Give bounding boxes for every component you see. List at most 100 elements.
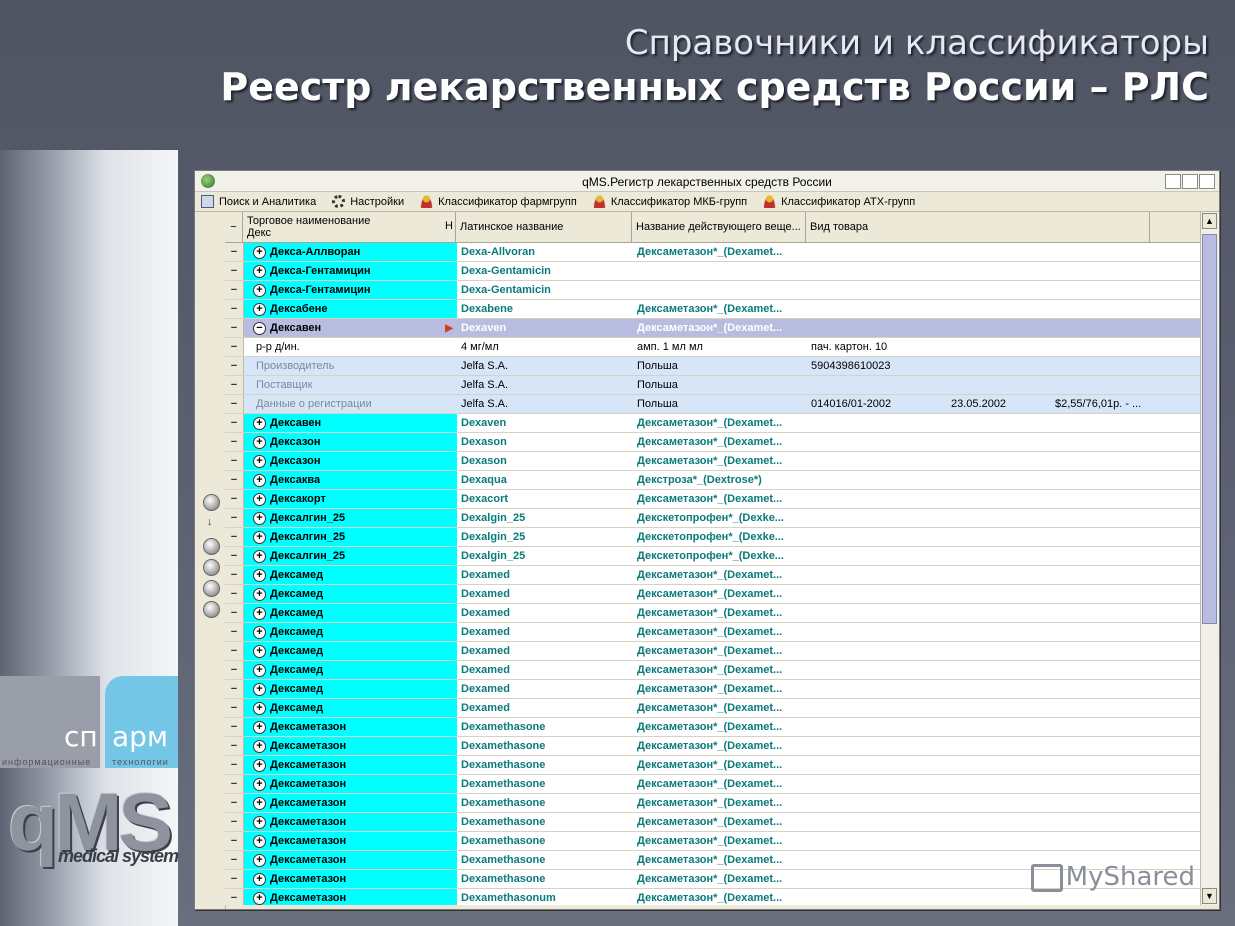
table-row[interactable]: − + Дексамед Dexamed Дексаметазон*_(Dexamet.…	[225, 699, 1201, 718]
header-latin-name[interactable]: Латинское название	[456, 212, 632, 242]
maximize-button[interactable]	[1182, 174, 1198, 189]
refresh-icon[interactable]	[203, 494, 220, 511]
expand-icon[interactable]: +	[253, 854, 266, 867]
row-collapse-button[interactable]: −	[225, 243, 244, 261]
row-collapse-button[interactable]: −	[225, 623, 244, 641]
row-collapse-button[interactable]: −	[225, 585, 244, 603]
row-collapse-button[interactable]: −	[225, 262, 244, 280]
expand-icon[interactable]: +	[253, 892, 266, 905]
scroll-down-button[interactable]: ▼	[1202, 888, 1217, 904]
row-collapse-button[interactable]: −	[225, 775, 244, 793]
expand-icon[interactable]: +	[253, 417, 266, 430]
expand-icon[interactable]: +	[253, 702, 266, 715]
close-button[interactable]	[1199, 174, 1215, 189]
expand-icon[interactable]: +	[253, 474, 266, 487]
nav-last-icon[interactable]	[203, 601, 220, 618]
table-row[interactable]: − + Дексазон Dexason Дексаметазон*_(Dexamet.…	[225, 433, 1201, 452]
scroll-thumb[interactable]	[1202, 234, 1217, 624]
expand-icon[interactable]: +	[253, 645, 266, 658]
row-collapse-button[interactable]: −	[225, 680, 244, 698]
arrow-down-icon[interactable]: ↓	[207, 516, 213, 528]
header-product-type[interactable]: Вид товара	[806, 212, 1150, 242]
table-row[interactable]: − + Дексаметазон Dexamethasone Дексаметазон*…	[225, 718, 1201, 737]
row-collapse-button[interactable]: −	[225, 471, 244, 489]
expand-icon[interactable]: +	[253, 797, 266, 810]
row-collapse-button[interactable]: −	[225, 604, 244, 622]
expand-icon[interactable]: +	[253, 436, 266, 449]
table-row[interactable]: − + Дексалгин_25 Dexalgin_25 Декскетопрофен*…	[225, 528, 1201, 547]
expand-icon[interactable]: +	[253, 626, 266, 639]
table-row[interactable]: − + Декса-Аллворан Dexa-Allvoran Дексаметазо…	[225, 243, 1201, 262]
expand-icon[interactable]: +	[253, 569, 266, 582]
row-collapse-button[interactable]: −	[225, 452, 244, 470]
row-collapse-button[interactable]: −	[225, 661, 244, 679]
expand-icon[interactable]: +	[253, 512, 266, 525]
table-row[interactable]: − + Дексаметазон Dexamethasone Дексаметазон*…	[225, 775, 1201, 794]
row-collapse-button[interactable]: −	[225, 642, 244, 660]
table-row[interactable]: − + Дексаметазон Dexamethasone Дексаметазон*…	[225, 832, 1201, 851]
row-collapse-button[interactable]: −	[225, 566, 244, 584]
table-row[interactable]: − + Дексакорт Dexacort Дексаметазон*_(Dexame…	[225, 490, 1201, 509]
expand-icon[interactable]: +	[253, 284, 266, 297]
row-collapse-button[interactable]: −	[225, 699, 244, 717]
menu-item-1[interactable]: Настройки	[332, 195, 404, 208]
table-row[interactable]: − + Дексалгин_25 Dexalgin_25 Декскетопрофен*…	[225, 509, 1201, 528]
row-collapse-button[interactable]: −	[225, 357, 244, 375]
expand-icon[interactable]: +	[253, 531, 266, 544]
row-collapse-button[interactable]: −	[225, 376, 244, 394]
expand-icon[interactable]: +	[253, 265, 266, 278]
collapse-icon[interactable]: −	[253, 322, 266, 335]
table-row[interactable]: − + Дексаметазон Dexamethasone Дексаметазон*…	[225, 737, 1201, 756]
table-row[interactable]: − + Дексаметазон Dexamethasone Дексаметазон*…	[225, 794, 1201, 813]
expand-icon[interactable]: +	[253, 721, 266, 734]
expand-icon[interactable]: +	[253, 664, 266, 677]
row-collapse-button[interactable]: −	[225, 851, 244, 869]
table-row[interactable]: − + Дексамед Dexamed Дексаметазон*_(Dexamet.…	[225, 642, 1201, 661]
trade-name-filter[interactable]: Декс	[247, 227, 451, 239]
table-row[interactable]: − + Декса-Гентамицин Dexa-Gentamicin	[225, 281, 1201, 300]
row-collapse-button[interactable]: −	[225, 414, 244, 432]
table-row[interactable]: − + Декса-Гентамицин Dexa-Gentamicin	[225, 262, 1201, 281]
row-collapse-button[interactable]: −	[225, 528, 244, 546]
table-row[interactable]: − + Дексаква Dexaqua Декстроза*_(Dextrose*)	[225, 471, 1201, 490]
row-collapse-button[interactable]: −	[225, 889, 244, 905]
row-collapse-button[interactable]: −	[225, 870, 244, 888]
expand-icon[interactable]: +	[253, 759, 266, 772]
row-collapse-button[interactable]: −	[225, 547, 244, 565]
row-collapse-button[interactable]: −	[225, 794, 244, 812]
expand-icon[interactable]: +	[253, 455, 266, 468]
header-trade-name[interactable]: Торговое наименование Декс Н	[243, 212, 456, 242]
row-collapse-button[interactable]: −	[225, 737, 244, 755]
expand-icon[interactable]: +	[253, 740, 266, 753]
row-collapse-button[interactable]: −	[225, 319, 244, 337]
table-row[interactable]: − + Дексамед Dexamed Дексаметазон*_(Dexamet.…	[225, 566, 1201, 585]
expand-icon[interactable]: +	[253, 246, 266, 259]
table-row[interactable]: − + Дексалгин_25 Dexalgin_25 Декскетопрофен*…	[225, 547, 1201, 566]
menu-item-3[interactable]: Классификатор МКБ-групп	[592, 195, 747, 208]
table-row[interactable]: − + Дексаметазон Dexamethasone Дексаметазон*…	[225, 813, 1201, 832]
header-substance[interactable]: Название действующего веще...	[632, 212, 806, 242]
menu-item-2[interactable]: Классификатор фармгрупп	[420, 195, 577, 208]
minimize-button[interactable]	[1165, 174, 1181, 189]
table-row[interactable]: − − Дексавен ▶ Dexaven Дексаметазон*_(Dexamet…	[225, 319, 1201, 338]
row-collapse-button[interactable]: −	[225, 509, 244, 527]
table-row[interactable]: − + Дексамед Dexamed Дексаметазон*_(Dexamet.…	[225, 604, 1201, 623]
scroll-up-button[interactable]: ▲	[1202, 213, 1217, 229]
nav-first-icon[interactable]	[203, 538, 220, 555]
table-row[interactable]: − Данные о регистрации Jelfa S.A. Польша 014…	[225, 395, 1201, 414]
expand-icon[interactable]: +	[253, 493, 266, 506]
expand-icon[interactable]: +	[253, 588, 266, 601]
row-collapse-button[interactable]: −	[225, 281, 244, 299]
table-row[interactable]: − + Дексазон Dexason Дексаметазон*_(Dexamet.…	[225, 452, 1201, 471]
expand-icon[interactable]: +	[253, 835, 266, 848]
table-row[interactable]: − + Дексаметазон Dexamethasone Дексаметазон*…	[225, 756, 1201, 775]
row-collapse-button[interactable]: −	[225, 832, 244, 850]
table-row[interactable]: − + Дексабене Dexabene Дексаметазон*_(Dexame…	[225, 300, 1201, 319]
menu-item-0[interactable]: Поиск и Аналитика	[201, 195, 316, 208]
nav-next-icon[interactable]	[203, 580, 220, 597]
row-collapse-button[interactable]: −	[225, 300, 244, 318]
expand-icon[interactable]: +	[253, 816, 266, 829]
expand-icon[interactable]: +	[253, 607, 266, 620]
table-row[interactable]: − + Дексамед Dexamed Дексаметазон*_(Dexamet.…	[225, 661, 1201, 680]
expand-icon[interactable]: +	[253, 550, 266, 563]
